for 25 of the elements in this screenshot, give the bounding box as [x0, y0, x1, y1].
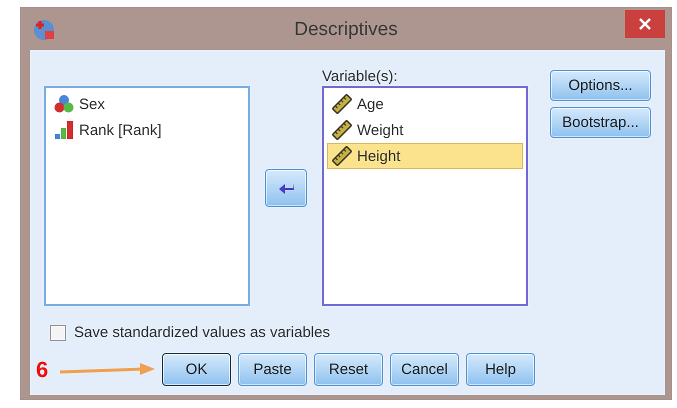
step-number: 6: [36, 356, 48, 382]
dialog-button[interactable]: Reset: [314, 353, 383, 386]
move-variable-button[interactable]: [265, 169, 307, 207]
variable-item[interactable]: Sex: [49, 91, 245, 117]
bar-chart-icon: [54, 120, 74, 140]
selected-variable-list[interactable]: Age Weight Height: [322, 86, 528, 306]
dialog-button[interactable]: Help: [466, 353, 535, 386]
nominal-icon: [54, 94, 74, 114]
dialog-button[interactable]: Options...: [550, 70, 651, 101]
dialog-button[interactable]: OK: [162, 353, 231, 386]
arrow-left-icon: [278, 181, 294, 195]
close-button[interactable]: [625, 10, 665, 38]
source-variable-list[interactable]: Sex Rank [Rank]: [44, 86, 250, 306]
window-title: Descriptives: [294, 19, 398, 41]
checkbox[interactable]: [50, 324, 66, 340]
variable-item[interactable]: Weight: [327, 117, 523, 143]
checkbox-label: Save standardized values as variables: [74, 324, 330, 341]
variable-item[interactable]: Age: [327, 91, 523, 117]
dialog-button[interactable]: Paste: [238, 353, 307, 386]
close-icon: [639, 18, 651, 30]
variable-item[interactable]: Rank [Rank]: [49, 117, 245, 143]
dialog-button[interactable]: Cancel: [390, 353, 459, 386]
variables-label: Variable(s):: [322, 68, 399, 86]
variable-item[interactable]: Height: [327, 143, 523, 169]
dialog-button[interactable]: Bootstrap...: [550, 107, 651, 138]
